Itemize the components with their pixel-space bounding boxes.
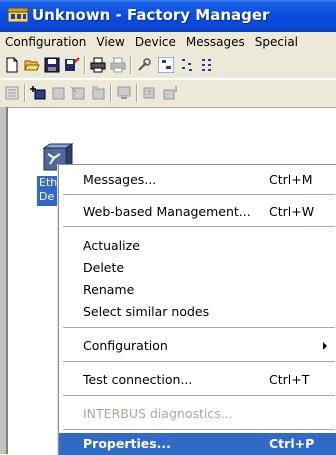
network-alert-icon[interactable] <box>162 85 178 101</box>
ctx-select-similar[interactable]: Select similar nodes <box>59 301 336 323</box>
ctx-rename[interactable]: Rename <box>59 279 336 301</box>
ctx-separator <box>63 226 335 227</box>
device-c-icon[interactable] <box>90 85 106 101</box>
factory-manager-icon <box>8 8 28 22</box>
menu-special[interactable]: Special <box>250 32 303 52</box>
ctx-test-connection[interactable]: Test connection... Ctrl+T <box>59 369 336 391</box>
toolbar-separator <box>136 84 137 102</box>
ctx-test-connection-shortcut: Ctrl+T <box>269 372 310 387</box>
ctx-web-management-label: Web-based Management... <box>83 204 251 219</box>
menu-view[interactable]: View <box>91 32 129 52</box>
toolbar-separator <box>130 56 131 74</box>
ctx-messages[interactable]: Messages... Ctrl+M <box>59 169 336 191</box>
menu-configuration[interactable]: Configuration <box>0 32 91 52</box>
ctx-test-connection-label: Test connection... <box>83 372 193 387</box>
ctx-properties-shortcut: Ctrl+P <box>269 436 315 451</box>
ctx-separator <box>63 429 335 430</box>
context-menu: Messages... Ctrl+M Web-based Management.… <box>58 164 336 455</box>
submenu-arrow-icon <box>323 342 327 350</box>
device-a-icon[interactable] <box>50 85 66 101</box>
ctx-separator <box>63 395 335 396</box>
new-file-icon[interactable] <box>4 57 20 73</box>
view-list-icon[interactable] <box>200 57 216 73</box>
ctx-messages-label: Messages... <box>83 172 157 187</box>
ctx-web-management-shortcut: Ctrl+W <box>269 204 315 219</box>
toolbar-separator <box>110 84 111 102</box>
view-large-icons-icon[interactable] <box>158 57 174 73</box>
open-folder-icon[interactable] <box>24 57 40 73</box>
ctx-delete-label: Delete <box>83 260 125 275</box>
ctx-properties[interactable]: Properties... Ctrl+P <box>59 433 336 455</box>
device-toolbar <box>0 79 336 106</box>
ctx-delete[interactable]: Delete <box>59 257 336 279</box>
toolbar-separator <box>24 84 25 102</box>
menu-bar: Configuration View Device Messages Speci… <box>0 32 336 52</box>
ctx-separator <box>63 361 335 362</box>
ctx-rename-label: Rename <box>83 282 135 297</box>
ctx-select-similar-label: Select similar nodes <box>83 304 210 319</box>
window-title: Unknown - Factory Manager <box>32 6 270 24</box>
ctx-separator <box>63 327 335 328</box>
standard-toolbar <box>0 52 336 78</box>
ctx-properties-label: Properties... <box>83 436 171 451</box>
device-list-icon[interactable] <box>4 85 20 101</box>
ctx-actualize-label: Actualize <box>83 238 140 253</box>
ctx-separator <box>63 194 335 195</box>
ctx-configuration-submenu[interactable]: Configuration <box>59 335 336 357</box>
monitor-icon[interactable] <box>116 85 132 101</box>
menu-messages[interactable]: Messages <box>181 32 250 52</box>
ctx-interbus-diagnostics: INTERBUS diagnostics... <box>59 403 336 425</box>
device-b-icon[interactable] <box>70 85 86 101</box>
ctx-configuration-label: Configuration <box>83 338 168 353</box>
window-frame-left-shadow <box>6 107 8 454</box>
ctx-actualize[interactable]: Actualize <box>59 235 336 257</box>
ctx-web-management[interactable]: Web-based Management... Ctrl+W <box>59 201 336 223</box>
menu-device[interactable]: Device <box>130 32 181 52</box>
print-icon[interactable] <box>90 57 106 73</box>
ctx-messages-shortcut: Ctrl+M <box>269 172 313 187</box>
save-as-icon[interactable] <box>64 57 80 73</box>
print-preview-icon[interactable] <box>110 57 126 73</box>
add-device-icon[interactable] <box>30 85 46 101</box>
ctx-interbus-diagnostics-label: INTERBUS diagnostics... <box>83 406 233 421</box>
save-icon[interactable] <box>44 57 60 73</box>
title-bar[interactable]: Unknown - Factory Manager <box>0 0 336 32</box>
toolbar-separator <box>84 56 85 74</box>
tools-icon[interactable] <box>136 57 152 73</box>
view-small-icons-icon[interactable] <box>180 57 196 73</box>
network-icon[interactable] <box>142 85 158 101</box>
